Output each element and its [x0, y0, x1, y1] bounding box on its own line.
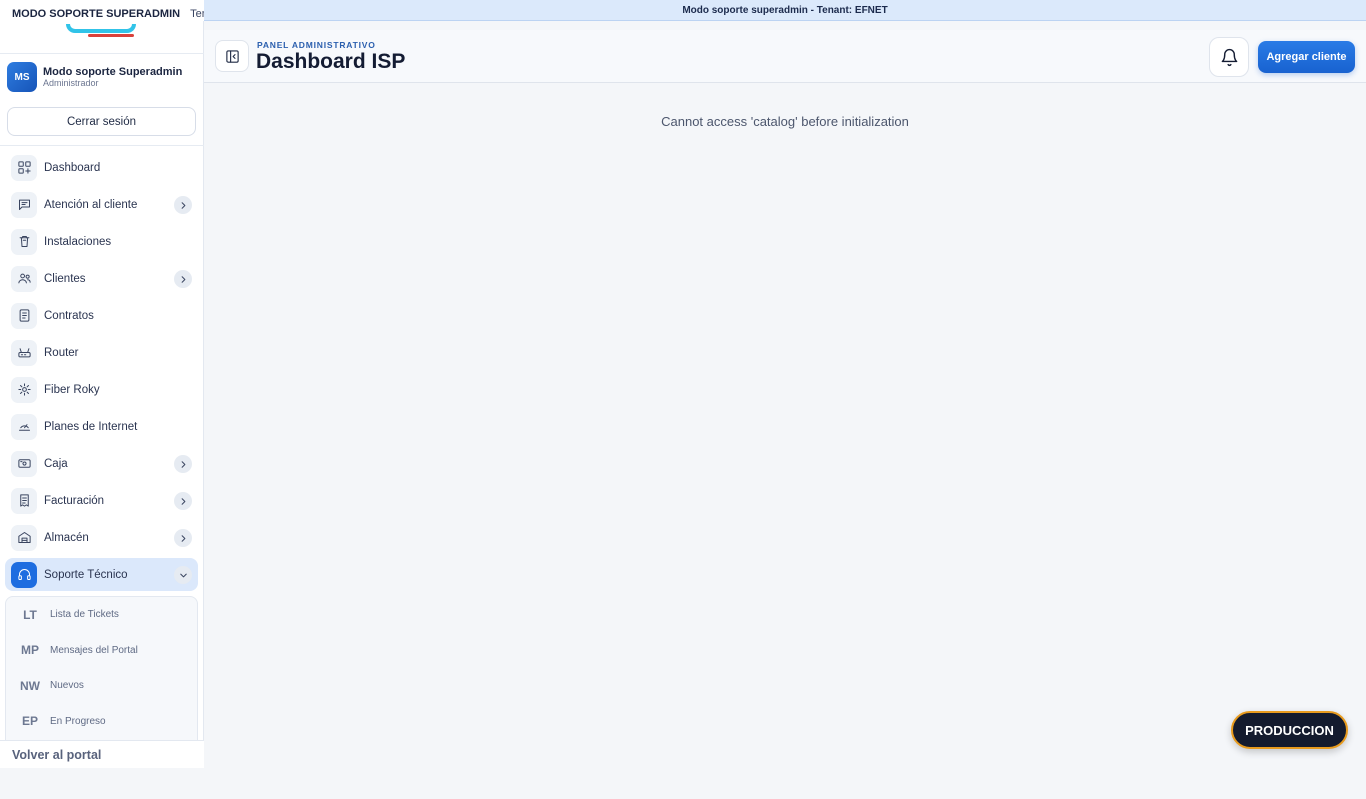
sidebar-item-label: Soporte Técnico [44, 568, 128, 581]
sidebar-item-label: Atención al cliente [44, 198, 138, 211]
submenu-item-abbr: NW [20, 678, 40, 693]
back-to-portal-link[interactable]: Volver al portal [0, 740, 204, 768]
speed-icon [11, 413, 37, 440]
sidebar-item-fiber-roky[interactable]: Fiber Roky [5, 373, 198, 406]
sidebar-item-planes-de-internet[interactable]: Planes de Internet [5, 410, 198, 443]
sidebar-item-almacen[interactable]: Almacén [5, 521, 198, 554]
chevron-right-icon[interactable] [174, 270, 192, 288]
support-submenu: LT Lista de Tickets MP Mensajes del Portal N… [5, 596, 198, 742]
user-role: Administrador [43, 78, 99, 88]
submenu-item-label: Mensajes del Portal [50, 644, 138, 656]
cash-icon [11, 450, 37, 477]
bell-icon [1221, 48, 1237, 66]
sidebar-item-dashboard[interactable]: Dashboard [5, 151, 198, 184]
router-icon [11, 339, 37, 366]
company-logo [64, 24, 138, 39]
submenu-item-label: Lista de Tickets [50, 609, 119, 621]
sidebar-item-label: Fiber Roky [44, 383, 100, 396]
sidebar-item-label: Planes de Internet [44, 420, 138, 433]
divider [0, 145, 204, 146]
document-icon [11, 302, 37, 329]
submenu-item-nuevos[interactable]: NW Nuevos [6, 668, 197, 704]
submenu-item-mensajes-del-portal[interactable]: MP Mensajes del Portal [6, 633, 197, 669]
page-eyebrow: PANEL ADMINISTRATIVO [257, 40, 376, 50]
chevron-right-icon[interactable] [174, 196, 192, 214]
page-title: Dashboard ISP [256, 50, 406, 73]
add-client-button[interactable]: Agregar cliente [1258, 41, 1355, 73]
sun-icon [11, 376, 37, 403]
support-mode-banner: Modo soporte superadmin - Tenant: EFNET [204, 0, 1366, 21]
sidebar-item-label: Facturación [44, 494, 105, 507]
chevron-right-icon[interactable] [174, 492, 192, 510]
page-header: PANEL ADMINISTRATIVO Dashboard ISP Agreg… [204, 30, 1366, 83]
sidebar-item-clientes[interactable]: Clientes [5, 262, 198, 295]
user-profile: MS Modo soporte Superadmin Administrador [7, 62, 182, 92]
collapse-sidebar-button[interactable] [215, 40, 249, 72]
support-mode-label: MODO SOPORTE SUPERADMIN [12, 8, 181, 20]
sidebar-nav: Dashboard Atención al cliente Instalacione… [5, 151, 198, 595]
sidebar-item-label: Caja [44, 457, 68, 470]
sidebar-collapse-icon [225, 49, 239, 63]
notifications-button[interactable] [1209, 37, 1249, 77]
sidebar-item-router[interactable]: Router [5, 336, 198, 369]
warehouse-icon [11, 524, 37, 551]
sidebar-item-contratos[interactable]: Contratos [5, 299, 198, 332]
tenant-label: Tenant [190, 8, 204, 20]
submenu-item-label: En Progreso [50, 715, 106, 727]
users-icon [11, 265, 37, 292]
headset-icon [11, 561, 37, 588]
submenu-item-abbr: EP [21, 714, 38, 729]
submenu-item-en-progreso[interactable]: EP En Progreso [6, 704, 197, 740]
logout-button[interactable]: Cerrar sesión [7, 107, 196, 136]
trash-icon [11, 228, 37, 255]
chat-icon [11, 191, 37, 218]
sidebar-item-label: Almacén [44, 531, 89, 544]
sidebar-item-instalaciones[interactable]: Instalaciones [5, 225, 198, 258]
chevron-down-icon[interactable] [174, 566, 192, 584]
submenu-item-abbr: LT [23, 607, 37, 622]
error-message: Cannot access 'catalog' before initializ… [661, 114, 909, 129]
sidebar-item-facturacion[interactable]: Facturación [5, 484, 198, 517]
user-name: Modo soporte Superadmin [43, 66, 183, 78]
environment-badge[interactable]: PRODUCCION [1231, 711, 1348, 749]
sidebar-item-soporte-tecnico[interactable]: Soporte Técnico [5, 558, 198, 591]
sidebar-item-label: Clientes [44, 272, 86, 285]
submenu-item-label: Nuevos [50, 680, 84, 692]
submenu-item-abbr: MP [21, 643, 39, 658]
submenu-item-lista-de-tickets[interactable]: LT Lista de Tickets [6, 597, 197, 633]
sidebar-item-label: Dashboard [44, 161, 101, 174]
chevron-right-icon[interactable] [174, 529, 192, 547]
sidebar-item-caja[interactable]: Caja [5, 447, 198, 480]
sidebar-item-label: Instalaciones [44, 235, 112, 248]
invoice-icon [11, 487, 37, 514]
sidebar: MS Modo soporte Superadmin Administrador… [0, 21, 204, 768]
sidebar-item-label: Router [44, 346, 79, 359]
grid-icon [11, 154, 37, 181]
banner-text: Modo soporte superadmin - Tenant: EFNET [682, 4, 888, 16]
sidebar-item-label: Contratos [44, 309, 94, 322]
avatar: MS [7, 62, 37, 92]
chevron-right-icon[interactable] [174, 455, 192, 473]
divider [0, 53, 204, 54]
sidebar-item-atencion-al-cliente[interactable]: Atención al cliente [5, 188, 198, 221]
